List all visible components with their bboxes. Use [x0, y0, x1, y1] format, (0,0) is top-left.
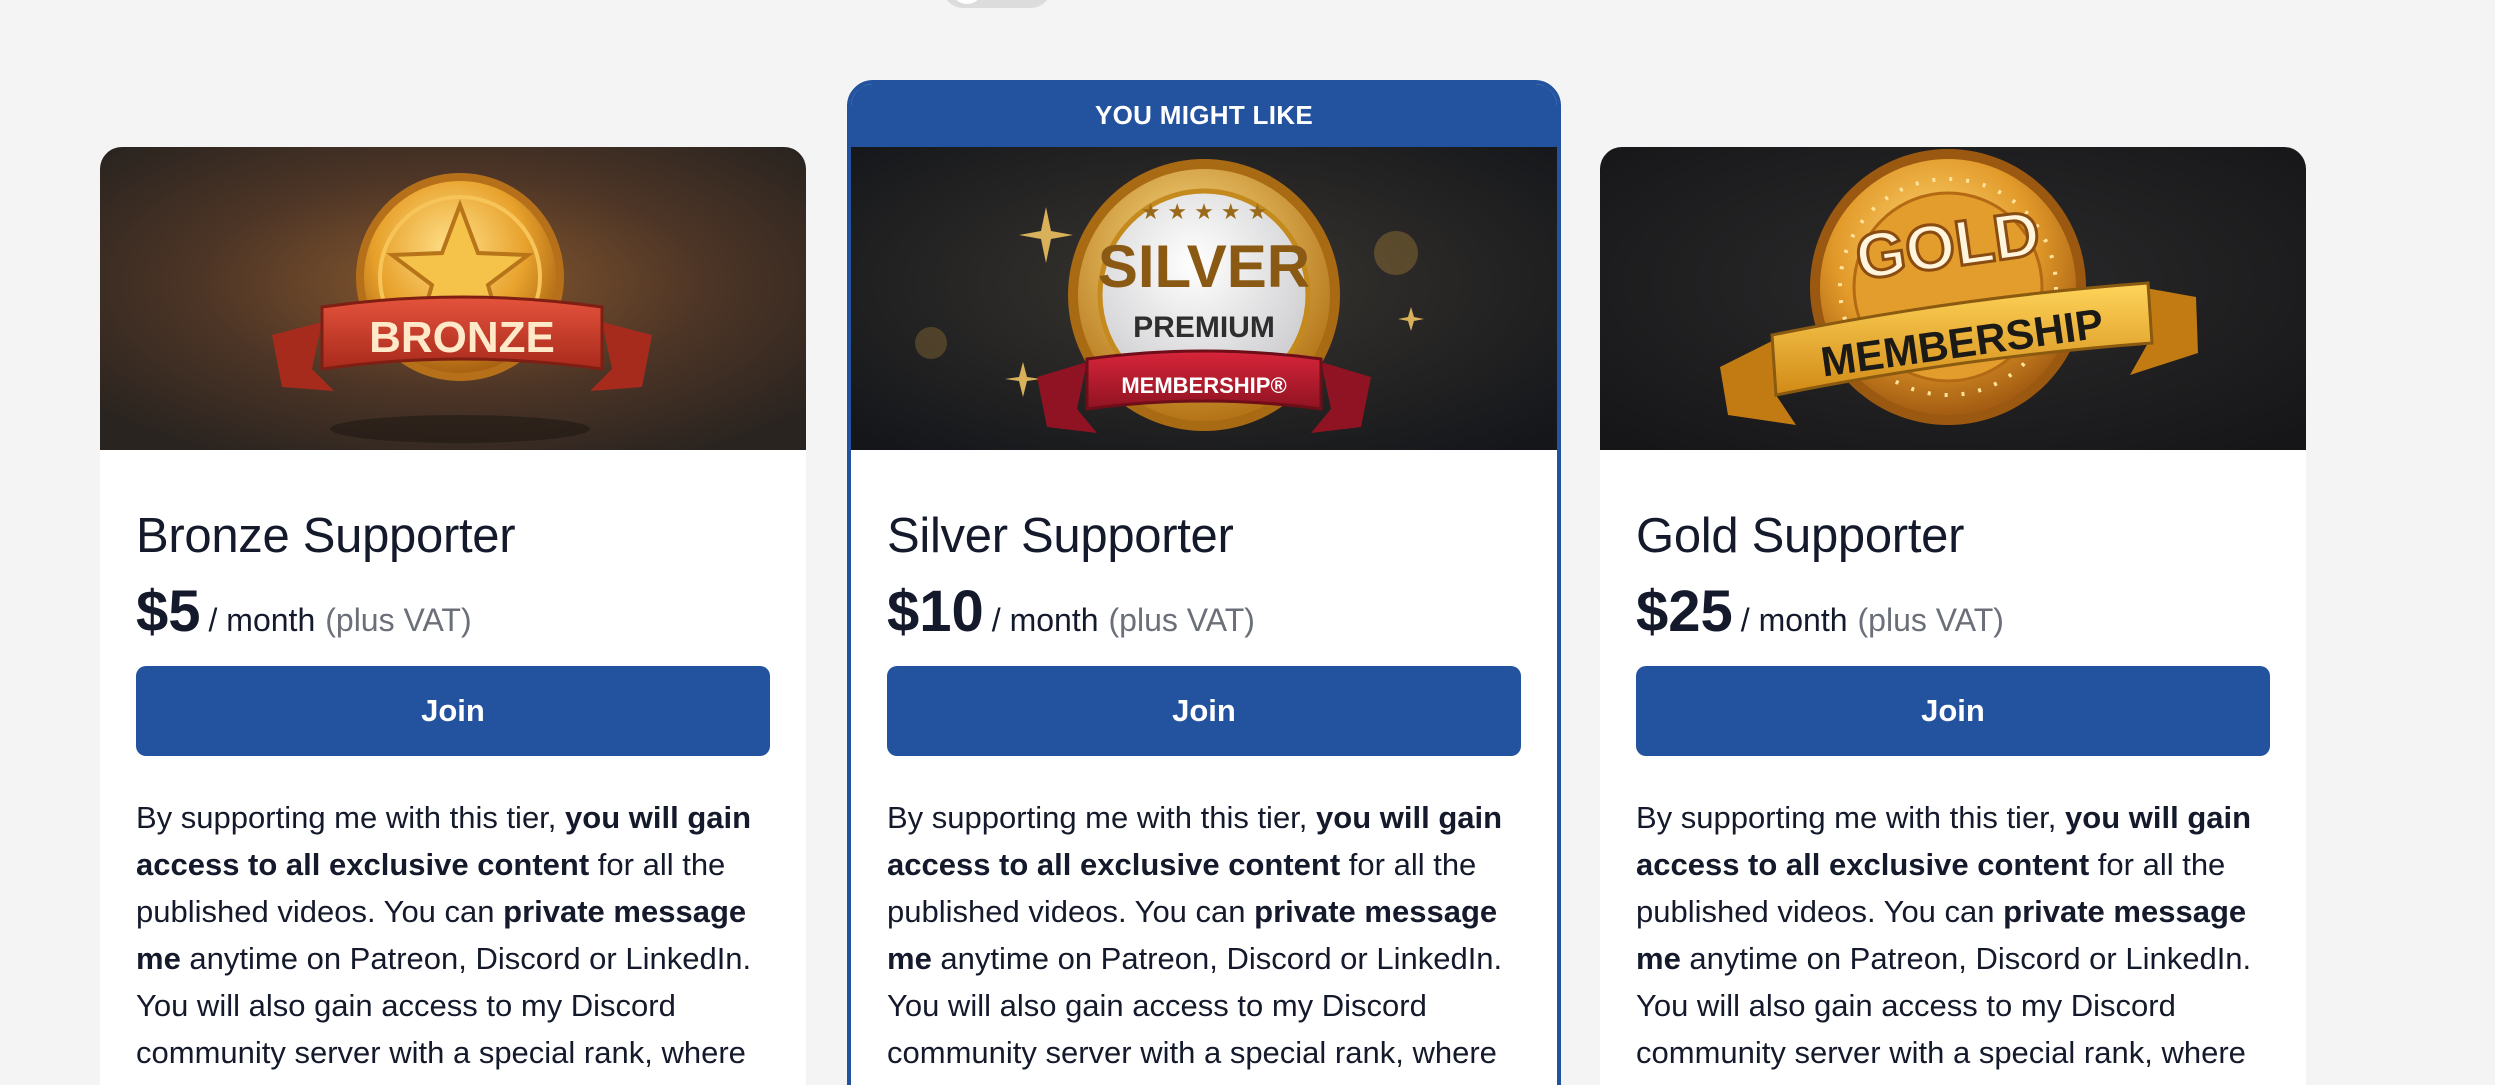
join-silver-button[interactable]: Join: [887, 666, 1521, 756]
tier-title: Bronze Supporter: [136, 509, 516, 563]
tier-title: Silver Supporter: [887, 509, 1234, 563]
gold-badge-banner: GOLD MEMBERSHIP: [1600, 147, 2306, 450]
price-period: / month: [991, 602, 1099, 638]
price-row: $25 / month (plus VAT): [1636, 578, 2270, 644]
price-amount: $10: [887, 579, 984, 644]
tier-description: By supporting me with this tier, you wil…: [1636, 800, 2252, 1070]
price-period: / month: [1740, 602, 1848, 638]
toggle-label-fragment: [1118, 0, 1278, 4]
silver-badge-banner: ★ ★ ★ ★ ★ SILVER PREMIUM MEMBERSHIP®: [851, 147, 1557, 450]
bronze-badge-banner: BRONZE: [100, 147, 806, 450]
tier-description: By supporting me with this tier, you wil…: [136, 800, 752, 1070]
price-row: $5 / month (plus VAT): [136, 578, 770, 644]
tier-card-gold: GOLD MEMBERSHIP Gold Supporter $25 / mon…: [1600, 147, 2306, 1085]
tier-card-bronze: BRONZE Bronze Supporter $5 / month (plus…: [100, 147, 806, 1085]
billing-toggle[interactable]: [943, 0, 1051, 8]
price-vat-note: (plus VAT): [1108, 602, 1255, 638]
price-vat-note: (plus VAT): [1857, 602, 2004, 638]
bronze-medal-icon: BRONZE: [100, 147, 806, 450]
join-bronze-button[interactable]: Join: [136, 666, 770, 756]
price-period: / month: [208, 602, 316, 638]
gold-medal-icon: GOLD MEMBERSHIP: [1600, 147, 2306, 450]
svg-text:PREMIUM: PREMIUM: [1133, 311, 1275, 344]
price-vat-note: (plus VAT): [325, 602, 472, 638]
svg-text:MEMBERSHIP®: MEMBERSHIP®: [1121, 373, 1286, 398]
tier-title: Gold Supporter: [1636, 509, 1965, 563]
price-row: $10 / month (plus VAT): [887, 578, 1521, 644]
price-amount: $5: [136, 579, 201, 644]
svg-text:SILVER: SILVER: [1098, 233, 1310, 300]
toggle-knob: [951, 0, 983, 4]
recommended-ribbon: YOU MIGHT LIKE: [851, 84, 1557, 147]
svg-text:BRONZE: BRONZE: [369, 313, 555, 362]
tier-card-silver: YOU MIGHT LIKE ★ ★ ★ ★ ★ SILVER PREMIUM …: [847, 80, 1561, 1085]
join-gold-button[interactable]: Join: [1636, 666, 2270, 756]
tier-description: By supporting me with this tier, you wil…: [887, 800, 1503, 1070]
silver-medal-icon: ★ ★ ★ ★ ★ SILVER PREMIUM MEMBERSHIP®: [851, 147, 1557, 450]
pricing-page: BRONZE Bronze Supporter $5 / month (plus…: [0, 0, 2495, 1085]
price-amount: $25: [1636, 579, 1733, 644]
svg-text:★ ★ ★ ★ ★: ★ ★ ★ ★ ★: [1141, 200, 1268, 225]
